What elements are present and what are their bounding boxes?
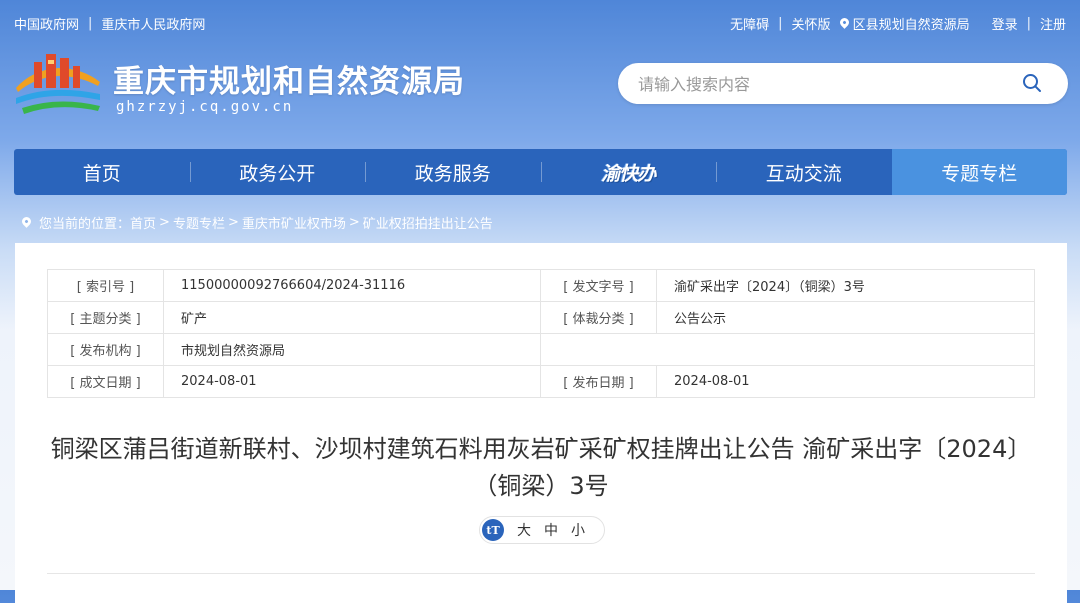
nav-special-topics[interactable]: 专题专栏 — [891, 149, 1067, 195]
index-label: [ 索引号 ] — [47, 269, 164, 302]
doc-number-value: 渝矿采出字〔2024〕（铜梁）3号 — [656, 269, 1035, 302]
table-row: [ 发布机构 ] 市规划自然资源局 — [47, 333, 1035, 366]
table-row: [ 索引号 ] 11500000092766604/2024-31116 [ 发… — [47, 269, 1035, 302]
genre-value: 公告公示 — [656, 301, 1035, 334]
breadcrumb: 您当前的位置： 首页 > 专题专栏 > 重庆市矿业权市场 > 矿业权招拍挂出让公… — [20, 213, 493, 232]
site-domain: ghzrzyj.cq.gov.cn — [116, 99, 294, 115]
bureau-logo-icon[interactable] — [12, 48, 104, 118]
login-link[interactable]: 登录 — [992, 14, 1018, 33]
published-date-label: [ 发布日期 ] — [540, 365, 657, 398]
genre-label: [ 体裁分类 ] — [540, 301, 657, 334]
table-row: [ 成文日期 ] 2024-08-01 [ 发布日期 ] 2024-08-01 — [47, 365, 1035, 398]
separator: | — [88, 16, 93, 31]
site-title[interactable]: 重庆市规划和自然资源局 — [113, 56, 465, 101]
breadcrumb-separator: > — [159, 215, 170, 230]
district-bureau-link[interactable]: 区县规划自然资源局 — [853, 14, 970, 33]
nav-gov-services[interactable]: 政务服务 — [365, 149, 541, 195]
breadcrumb-auction-notices[interactable]: 矿业权招拍挂出让公告 — [363, 213, 493, 232]
separator: | — [1026, 16, 1031, 31]
created-date-value: 2024-08-01 — [163, 365, 541, 398]
font-size-switcher: tT 大 中 小 — [479, 516, 605, 544]
register-link[interactable]: 注册 — [1040, 14, 1066, 33]
top-left-links: 中国政府网 | 重庆市人民政府网 — [14, 14, 205, 33]
main-nav: 首页 政务公开 政务服务 渝快办 互动交流 专题专栏 — [14, 149, 1067, 195]
breadcrumb-special-topics[interactable]: 专题专栏 — [173, 213, 225, 232]
empty-cell — [540, 333, 1035, 366]
search-icon[interactable] — [1022, 73, 1042, 93]
location-pin-icon — [837, 16, 851, 29]
nav-gov-affairs-open[interactable]: 政务公开 — [189, 149, 366, 195]
breadcrumb-prefix: 您当前的位置： — [39, 217, 131, 232]
location-pin-icon — [20, 215, 33, 228]
breadcrumb-home[interactable]: 首页 — [130, 213, 156, 232]
breadcrumb-separator: > — [348, 215, 360, 230]
elder-mode-link[interactable]: 关怀版 — [792, 14, 831, 33]
nav-interaction[interactable]: 互动交流 — [716, 149, 892, 195]
separator: | — [778, 16, 783, 31]
nav-yukuaiban[interactable]: 渝快办 — [540, 149, 717, 195]
topic-label: [ 主题分类 ] — [47, 301, 164, 334]
nav-home[interactable]: 首页 — [14, 149, 190, 195]
search-input[interactable] — [636, 63, 1000, 106]
font-size-medium-button[interactable]: 中 — [544, 520, 558, 540]
article-title: 铜梁区蒲吕街道新联村、沙坝村建筑石料用灰岩矿采矿权挂牌出让公告 渝矿采出字〔20… — [50, 435, 1032, 500]
topic-value: 矿产 — [163, 301, 541, 334]
font-size-icon: tT — [482, 519, 504, 541]
link-cq-gov[interactable]: 重庆市人民政府网 — [101, 14, 205, 33]
yukuaiban-logo-text: 渝快办 — [601, 162, 656, 185]
index-value: 11500000092766604/2024-31116 — [163, 269, 541, 302]
issuer-label: [ 发布机构 ] — [47, 333, 164, 366]
doc-number-label: [ 发文字号 ] — [540, 269, 657, 302]
breadcrumb-separator: > — [227, 215, 239, 230]
issuer-value: 市规划自然资源局 — [163, 333, 541, 366]
top-utility-bar: 中国政府网 | 重庆市人民政府网 无障碍 | 关怀版 区县规划自然资源局 登录 … — [0, 0, 1080, 46]
breadcrumb-mining-market[interactable]: 重庆市矿业权市场 — [242, 213, 346, 232]
document-meta-table: [ 索引号 ] 11500000092766604/2024-31116 [ 发… — [47, 269, 1035, 398]
content-divider — [47, 573, 1035, 574]
accessibility-link[interactable]: 无障碍 — [730, 14, 769, 33]
font-size-small-button[interactable]: 小 — [571, 520, 585, 540]
font-size-large-button[interactable]: 大 — [517, 520, 531, 540]
content-panel: [ 索引号 ] 11500000092766604/2024-31116 [ 发… — [15, 243, 1067, 603]
table-row: [ 主题分类 ] 矿产 [ 体裁分类 ] 公告公示 — [47, 301, 1035, 334]
link-central-gov[interactable]: 中国政府网 — [14, 14, 79, 33]
search-box — [618, 63, 1068, 106]
created-date-label: [ 成文日期 ] — [47, 365, 164, 398]
top-right-links: 无障碍 | 关怀版 区县规划自然资源局 登录 | 注册 — [730, 14, 1066, 33]
published-date-value: 2024-08-01 — [656, 365, 1035, 398]
